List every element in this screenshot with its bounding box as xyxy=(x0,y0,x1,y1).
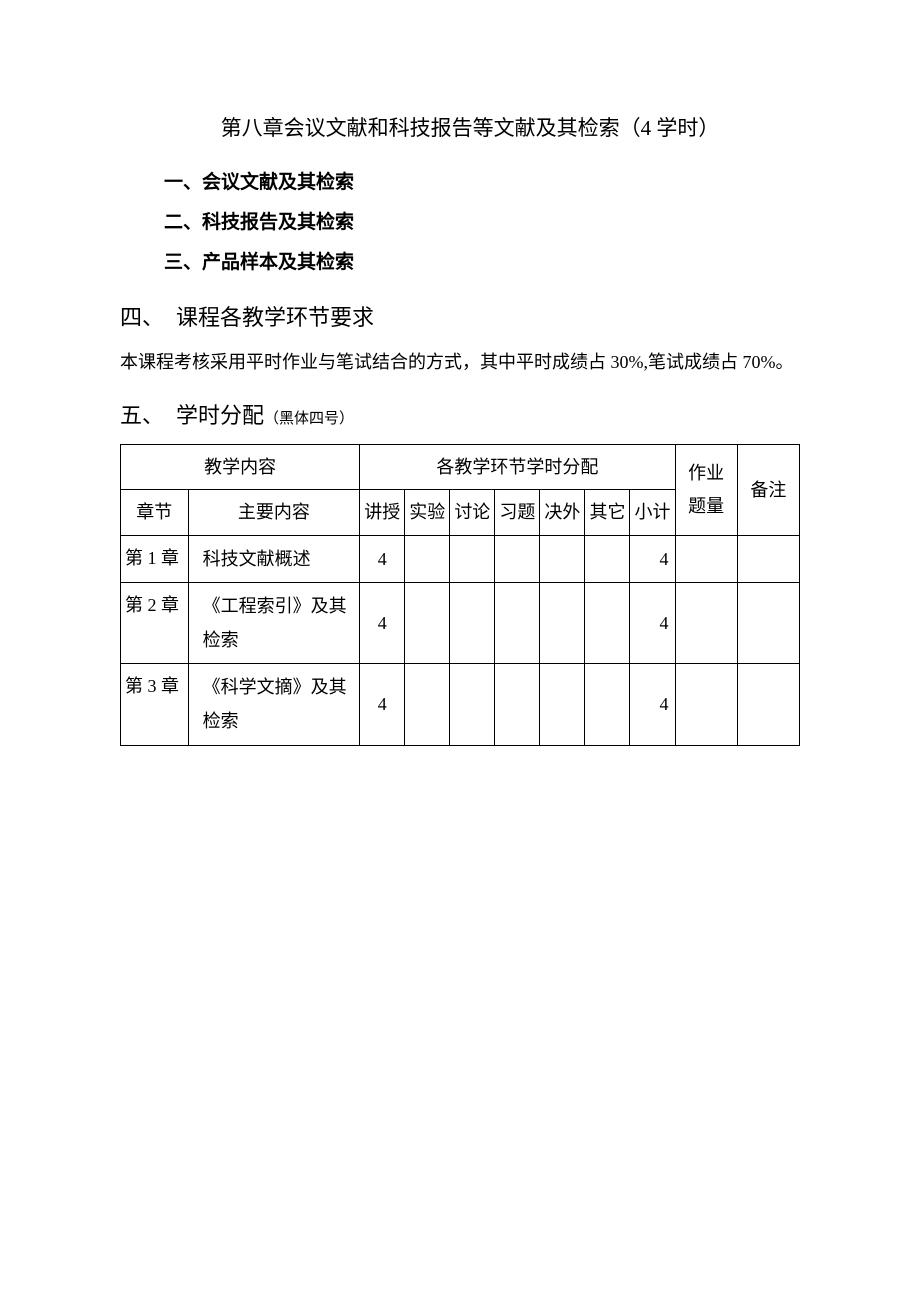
cell-juewai xyxy=(540,582,585,663)
cell-discussion xyxy=(450,535,495,582)
cell-main: 科技文献概述 xyxy=(188,535,360,582)
sub-item-1: 一、会议文献及其检索 xyxy=(120,166,800,200)
cell-chapter: 第 1 章 xyxy=(121,535,189,582)
table-row: 第 2 章 《工程索引》及其检索 4 4 xyxy=(121,582,800,663)
cell-homework xyxy=(675,664,737,745)
cell-chapter: 第 2 章 xyxy=(121,582,189,663)
cell-homework xyxy=(675,582,737,663)
cell-exercise xyxy=(495,582,540,663)
cell-remark xyxy=(737,582,799,663)
header-teaching-content: 教学内容 xyxy=(121,444,360,489)
header-remark: 备注 xyxy=(737,444,799,535)
sub-other: 其它 xyxy=(585,490,630,535)
header-allocation: 各教学环节学时分配 xyxy=(360,444,675,489)
section-5-heading: 五、学时分配（黑体四号） xyxy=(120,396,800,436)
cell-other xyxy=(585,535,630,582)
section-5-note: （黑体四号） xyxy=(264,411,354,427)
cell-experiment xyxy=(405,535,450,582)
cell-subtotal: 4 xyxy=(630,664,675,745)
cell-homework xyxy=(675,535,737,582)
sub-main: 主要内容 xyxy=(188,490,360,535)
cell-lecture: 4 xyxy=(360,535,405,582)
cell-main: 《科学文摘》及其检索 xyxy=(188,664,360,745)
cell-discussion xyxy=(450,582,495,663)
sub-exercise: 习题 xyxy=(495,490,540,535)
cell-lecture: 4 xyxy=(360,664,405,745)
table-row: 第 1 章 科技文献概述 4 4 xyxy=(121,535,800,582)
cell-other xyxy=(585,582,630,663)
cell-main: 《工程索引》及其检索 xyxy=(188,582,360,663)
cell-juewai xyxy=(540,535,585,582)
header-homework: 作业题量 xyxy=(675,444,737,535)
table-header-row-1: 教学内容 各教学环节学时分配 作业题量 备注 xyxy=(121,444,800,489)
chapter-title: 第八章会议文献和科技报告等文献及其检索（4 学时） xyxy=(120,110,800,148)
assessment-text: 本课程考核采用平时作业与笔试结合的方式，其中平时成绩占 30%,笔试成绩占 70… xyxy=(120,346,800,378)
cell-subtotal: 4 xyxy=(630,535,675,582)
cell-chapter: 第 3 章 xyxy=(121,664,189,745)
sub-chapter: 章节 xyxy=(121,490,189,535)
section-5-num: 五、 xyxy=(120,396,176,436)
sub-item-3: 三、产品样本及其检索 xyxy=(120,246,800,280)
sub-discussion: 讨论 xyxy=(450,490,495,535)
cell-subtotal: 4 xyxy=(630,582,675,663)
cell-lecture: 4 xyxy=(360,582,405,663)
sub-experiment: 实验 xyxy=(405,490,450,535)
cell-other xyxy=(585,664,630,745)
sub-item-2: 二、科技报告及其检索 xyxy=(120,206,800,240)
sub-juewai: 决外 xyxy=(540,490,585,535)
sub-subtotal: 小计 xyxy=(630,490,675,535)
cell-exercise xyxy=(495,664,540,745)
sub-lecture: 讲授 xyxy=(360,490,405,535)
section-5-title: 学时分配 xyxy=(176,403,264,428)
section-4-heading: 四、课程各教学环节要求 xyxy=(120,298,800,338)
cell-experiment xyxy=(405,664,450,745)
cell-juewai xyxy=(540,664,585,745)
cell-exercise xyxy=(495,535,540,582)
table-row: 第 3 章 《科学文摘》及其检索 4 4 xyxy=(121,664,800,745)
cell-remark xyxy=(737,535,799,582)
section-4-title: 课程各教学环节要求 xyxy=(176,305,374,330)
cell-discussion xyxy=(450,664,495,745)
cell-remark xyxy=(737,664,799,745)
hours-allocation-table: 教学内容 各教学环节学时分配 作业题量 备注 章节 主要内容 讲授 实验 讨论 … xyxy=(120,444,800,746)
cell-experiment xyxy=(405,582,450,663)
section-4-num: 四、 xyxy=(120,298,176,338)
